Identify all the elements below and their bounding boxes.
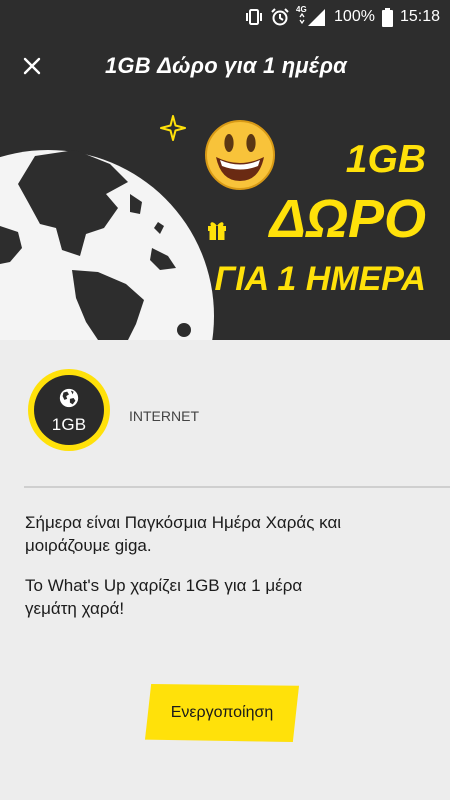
hero-duration: ΓΙΑ 1 ΗΜΕΡΑ <box>214 260 426 298</box>
description-paragraph-2: Το What's Up χαρίζει 1GB για 1 μέρα γεμά… <box>25 576 303 618</box>
globe-icon <box>59 388 79 408</box>
hero-amount: 1GB <box>345 138 426 181</box>
vibrate-icon <box>245 8 263 26</box>
promo-banner: 1GB ΔΩΡΟ ΓΙΑ 1 ΗΜΕΡΑ <box>0 98 450 340</box>
gift-icon <box>208 222 226 240</box>
smiley-emoji-icon <box>205 120 275 190</box>
offer-details: 1GB INTERNET Σήμερα είναι Παγκόσμια Ημέρ… <box>0 340 450 800</box>
service-type: INTERNET <box>129 408 199 424</box>
sparkle-icon <box>160 115 186 141</box>
close-icon <box>23 57 41 75</box>
divider <box>24 486 450 488</box>
activate-button[interactable]: Ενεργοποίηση <box>145 684 299 742</box>
status-bar: 4G 100% 15:18 <box>0 0 450 34</box>
clock: 15:18 <box>399 8 440 25</box>
page-title: 1GB Δώρο για 1 ημέρα <box>105 53 347 78</box>
status-icons: 4G 100% 15:18 <box>245 5 440 28</box>
close-button[interactable] <box>14 48 50 84</box>
signal-icon: 4G <box>296 5 327 27</box>
data-amount: 1GB <box>51 415 87 434</box>
battery-icon <box>381 7 393 27</box>
description-paragraph-1: Σήμερα είναι Παγκόσμια Ημέρα Χαράς και μ… <box>25 513 342 555</box>
data-badge: 1GB <box>28 369 110 451</box>
alarm-icon <box>270 7 290 27</box>
battery-percent: 100% <box>334 8 375 25</box>
app-bar: 1GB Δώρο για 1 ημέρα <box>0 34 450 98</box>
hero-gift: ΔΩΡΟ <box>269 189 426 249</box>
